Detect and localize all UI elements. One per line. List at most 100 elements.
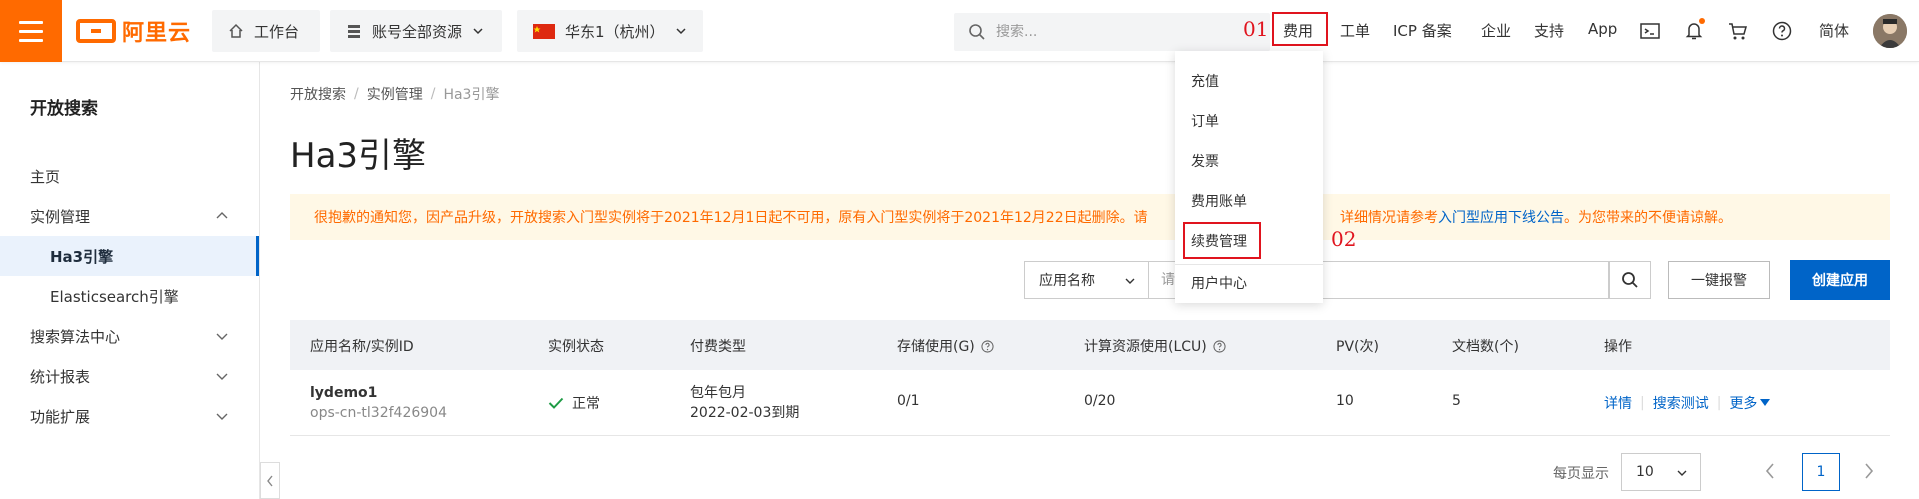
bell-icon[interactable] xyxy=(1681,18,1707,44)
nav-ticket[interactable]: 工单 xyxy=(1340,20,1370,41)
aliyun-logo[interactable]: 阿里云 xyxy=(76,14,191,48)
cell-storage: 0/1 xyxy=(897,393,920,409)
action-details-link[interactable]: 详情 xyxy=(1604,393,1632,413)
search-icon xyxy=(1622,272,1638,288)
billing-type: 包年包月 xyxy=(690,385,746,401)
sidebar-item-label: 功能扩展 xyxy=(30,407,91,426)
next-page-icon[interactable] xyxy=(1862,462,1876,480)
language-switch[interactable]: 简体 xyxy=(1819,20,1849,41)
sidebar-item-ha3-engine[interactable]: Ha3引擎 xyxy=(0,236,259,276)
sidebar-item-home[interactable]: 主页 xyxy=(0,156,259,196)
notice-banner: 很抱歉的通知您，因产品升级，开放搜索入门型实例将于2021年12月1日起不可用，… xyxy=(290,194,1890,240)
help-circle-icon[interactable] xyxy=(1213,339,1226,353)
prev-page-icon[interactable] xyxy=(1763,462,1777,480)
action-search-test-link[interactable]: 搜索测试 xyxy=(1653,393,1709,413)
sidebar-item-label: 统计报表 xyxy=(30,367,91,386)
resources-dropdown[interactable]: 账号全部资源 xyxy=(330,10,502,52)
page-size-label: 每页显示 xyxy=(1553,466,1609,482)
menu-divider xyxy=(1175,264,1323,265)
one-click-alarm-button[interactable]: 一键报警 xyxy=(1668,261,1770,299)
search-icon xyxy=(969,24,985,40)
user-avatar[interactable] xyxy=(1873,14,1907,48)
column-header-storage: 存储使用(G) xyxy=(897,336,994,356)
annotation-label-01: 01 xyxy=(1243,17,1269,41)
breadcrumb-item[interactable]: 开放搜索 xyxy=(290,84,346,104)
table-header: 应用名称/实例ID 实例状态 付费类型 存储使用(G) 计算资源使用(LCU) … xyxy=(290,320,1890,370)
sidebar-item-label: Elasticsearch引擎 xyxy=(50,287,179,306)
cell-pv: 10 xyxy=(1336,393,1354,409)
caret-down-icon xyxy=(1760,399,1771,406)
check-icon xyxy=(548,397,564,409)
column-header-actions: 操作 xyxy=(1604,336,1632,356)
filter-field-select[interactable]: 应用名称 xyxy=(1024,261,1149,299)
global-search-input[interactable] xyxy=(996,24,1196,40)
breadcrumb-current: Ha3引擎 xyxy=(443,87,500,103)
resources-label: 账号全部资源 xyxy=(372,22,463,41)
sidebar-collapse-button[interactable] xyxy=(260,462,280,499)
cell-docs: 5 xyxy=(1452,393,1461,409)
column-header-pv: PV(次) xyxy=(1336,336,1379,356)
fee-dropdown-menu: 充值 订单 发票 费用账单 续费管理 用户中心 xyxy=(1175,51,1323,303)
sidebar-item-elasticsearch-engine[interactable]: Elasticsearch引擎 xyxy=(0,276,259,316)
nav-enterprise[interactable]: 企业 xyxy=(1481,20,1511,41)
breadcrumb-item[interactable]: 实例管理 xyxy=(367,84,423,104)
annotation-label-02: 02 xyxy=(1331,227,1357,251)
page-size-select[interactable]: 10 xyxy=(1621,453,1701,491)
workbench-label: 工作台 xyxy=(254,22,300,41)
help-circle-icon[interactable] xyxy=(981,339,994,353)
table-row: lydemo1 ops-cn-tl32f426904 正常 包年包月 2022-… xyxy=(290,370,1890,436)
nav-icp[interactable]: ICP 备案 xyxy=(1393,20,1452,41)
menu-item-invoices[interactable]: 发票 xyxy=(1191,151,1219,171)
notice-link[interactable]: 入门型应用下线公告 xyxy=(1438,210,1564,226)
sidebar-item-label: 搜索算法中心 xyxy=(30,327,121,346)
sidebar-item-algorithm-center[interactable]: 搜索算法中心 xyxy=(0,316,259,356)
cell-billing: 包年包月 2022-02-03到期 xyxy=(690,383,799,423)
breadcrumb-separator: / xyxy=(430,86,436,102)
page-button-current[interactable]: 1 xyxy=(1802,453,1840,491)
chevron-down-icon xyxy=(676,28,686,35)
page-size-value: 10 xyxy=(1636,464,1654,480)
cell-name: lydemo1 ops-cn-tl32f426904 xyxy=(310,383,447,423)
filter-field-label: 应用名称 xyxy=(1039,273,1095,289)
page-title: Ha3引擎 xyxy=(290,136,427,176)
menu-item-orders[interactable]: 订单 xyxy=(1191,111,1219,131)
workbench-button[interactable]: 工作台 xyxy=(212,10,320,52)
stack-icon xyxy=(348,25,360,38)
sidebar-item-instance-management[interactable]: 实例管理 xyxy=(0,196,259,236)
menu-item-billing[interactable]: 费用账单 xyxy=(1191,191,1247,211)
column-header-name: 应用名称/实例ID xyxy=(310,336,414,356)
cell-lcu: 0/20 xyxy=(1084,393,1116,409)
menu-item-recharge[interactable]: 充值 xyxy=(1191,71,1219,91)
global-search[interactable] xyxy=(954,13,1270,51)
column-header-lcu: 计算资源使用(LCU) xyxy=(1084,336,1226,356)
help-icon[interactable] xyxy=(1769,18,1795,44)
column-header-label: PV(次) xyxy=(1336,339,1379,355)
create-app-button[interactable]: 创建应用 xyxy=(1790,260,1890,300)
nav-app[interactable]: App xyxy=(1588,20,1617,38)
breadcrumb-separator: / xyxy=(354,86,359,102)
nav-fee[interactable]: 费用 xyxy=(1283,20,1313,41)
column-header-label: 计算资源使用(LCU) xyxy=(1084,339,1207,355)
hamburger-line xyxy=(19,20,43,24)
terminal-icon[interactable] xyxy=(1637,18,1663,44)
nav-support[interactable]: 支持 xyxy=(1534,20,1564,41)
column-header-label: 文档数(个) xyxy=(1452,339,1519,355)
hamburger-line xyxy=(19,38,43,42)
instance-name: lydemo1 xyxy=(310,385,378,401)
filter-search-button[interactable] xyxy=(1609,261,1651,299)
menu-hamburger-button[interactable] xyxy=(0,0,62,62)
left-sidebar: 开放搜索 主页 实例管理 Ha3引擎 Elasticsearch引擎 搜索算法中… xyxy=(0,62,260,499)
notification-dot xyxy=(1699,18,1705,24)
action-more-label: 更多 xyxy=(1729,396,1758,412)
action-more-dropdown[interactable]: 更多 xyxy=(1729,393,1771,413)
sidebar-item-reports[interactable]: 统计报表 xyxy=(0,356,259,396)
logo-icon xyxy=(76,19,116,43)
region-dropdown[interactable]: 华东1（杭州） xyxy=(517,10,703,52)
breadcrumb: 开放搜索 / 实例管理 / Ha3引擎 xyxy=(290,84,499,104)
sidebar-item-extensions[interactable]: 功能扩展 xyxy=(0,396,259,436)
instance-id: ops-cn-tl32f426904 xyxy=(310,405,447,421)
notice-text: 很抱歉的通知您，因产品升级，开放搜索入门型实例将于2021年12月1日起不可用，… xyxy=(314,210,1148,226)
sidebar-item-label: 主页 xyxy=(30,167,61,186)
menu-item-user-center[interactable]: 用户中心 xyxy=(1191,273,1247,293)
cart-icon[interactable] xyxy=(1725,18,1751,44)
